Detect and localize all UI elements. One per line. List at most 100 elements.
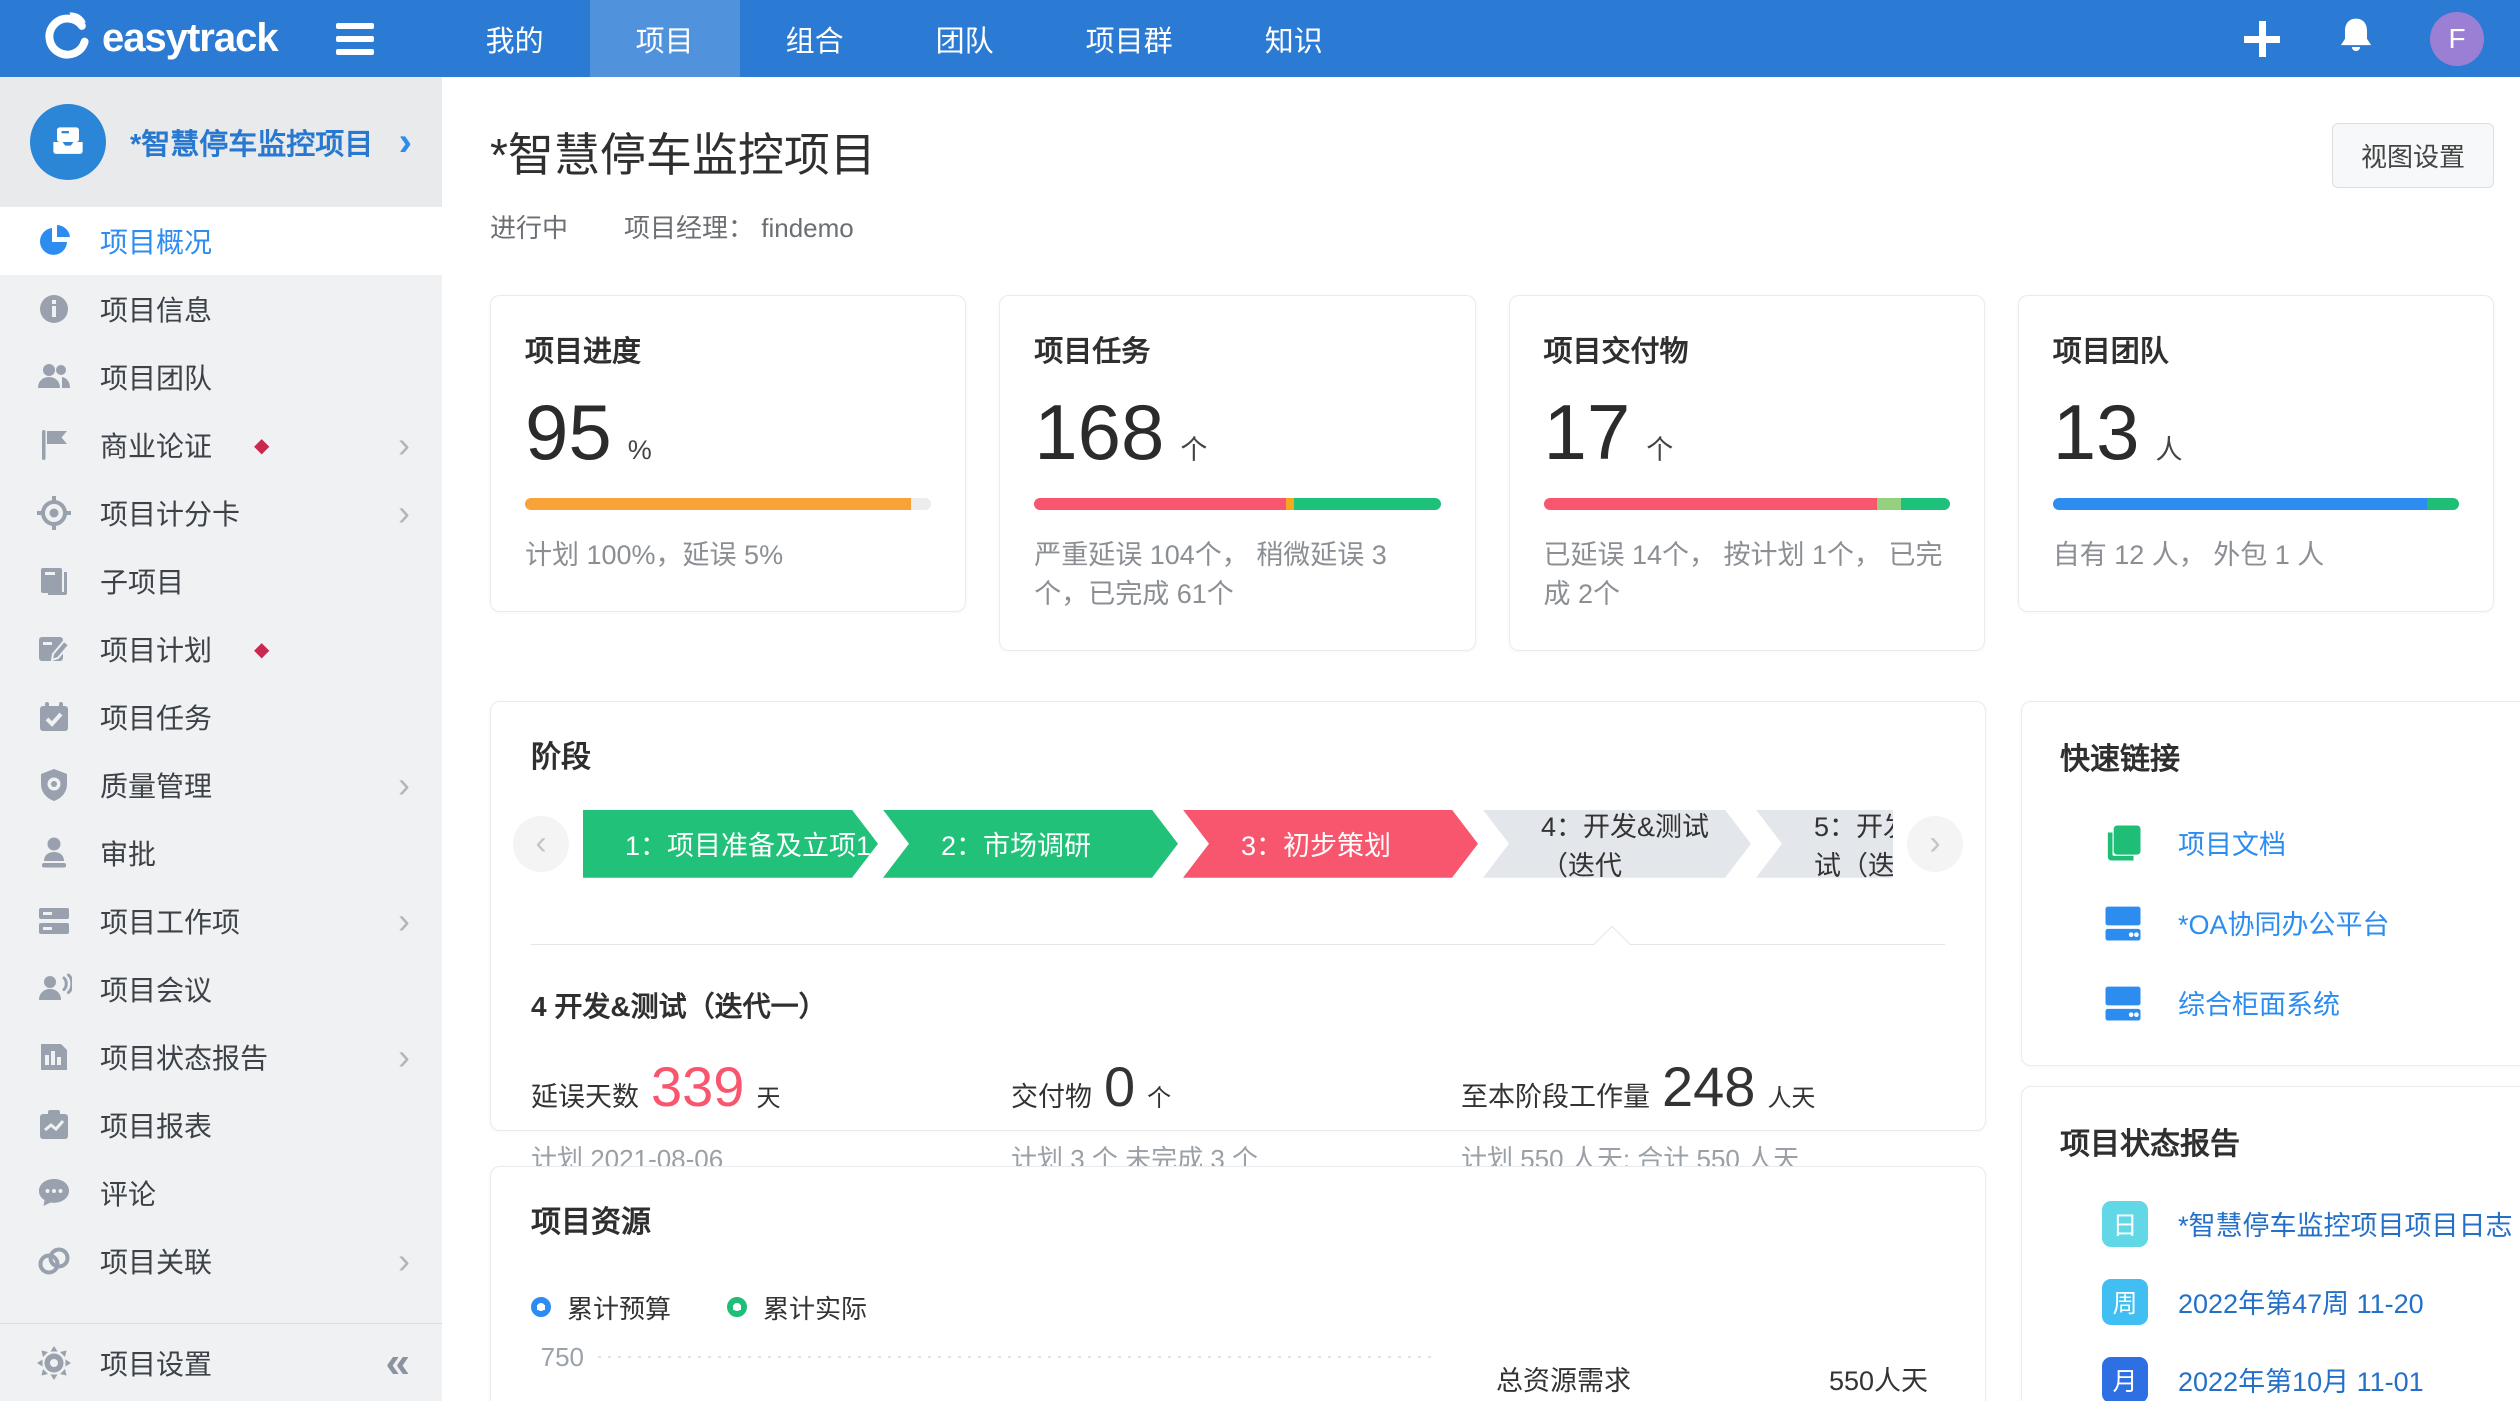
report-link-label: *智慧停车监控项目项目日志: [2178, 1204, 2513, 1243]
report-daily[interactable]: 日 *智慧停车监控项目项目日志 …: [2102, 1201, 2520, 1247]
card-unit: %: [628, 435, 652, 466]
resource-line-chart: 750500: [536, 1317, 1466, 1401]
nav-tab-project[interactable]: 项目: [590, 0, 740, 77]
sidebar-item-label: 项目会议: [100, 969, 212, 1009]
sidebar-item-tasks[interactable]: 项目任务: [0, 683, 442, 751]
stage-scroll-right-button[interactable]: ›: [1907, 816, 1963, 872]
collapse-sidebar-icon[interactable]: «: [386, 1341, 410, 1385]
brand-logo[interactable]: easytrack: [38, 9, 278, 68]
card-tasks[interactable]: 项目任务 168 个 严重延误 104个， 稍微延误 3个，已完成 61个: [999, 295, 1475, 651]
stage-segment-2[interactable]: 2：市场调研: [883, 810, 1178, 878]
stage-segment-4[interactable]: 4：开发&测试（迭代: [1483, 810, 1751, 878]
stat-label: 至本阶段工作量: [1461, 1075, 1650, 1114]
sidebar-item-comments[interactable]: 评论: [0, 1159, 442, 1227]
sidebar-item-label: 项目计分卡: [100, 493, 240, 533]
monthly-badge-icon: 月: [2102, 1357, 2148, 1401]
top-navbar: easytrack 我的 项目 组合 团队 项目群 知识 F: [0, 0, 2520, 77]
card-team[interactable]: 项目团队 13 人 自有 12 人， 外包 1 人: [2018, 295, 2494, 612]
sidebar-item-status-reports[interactable]: 项目状态报告 ›: [0, 1023, 442, 1091]
stage-detail-title: 4 开发&测试（迭代一）: [531, 985, 1945, 1025]
stage-segment-5[interactable]: 5：开发&测试（迭代: [1756, 810, 1893, 878]
card-unit: 个: [1180, 428, 1207, 467]
sidebar-item-business-case[interactable]: 商业论证 ◆ ›: [0, 411, 442, 479]
report-chart-icon: [36, 1107, 72, 1143]
sidebar-item-scorecard[interactable]: 项目计分卡 ›: [0, 479, 442, 547]
sidebar-item-team[interactable]: 项目团队: [0, 343, 442, 411]
sidebar-item-overview[interactable]: 项目概况: [0, 207, 442, 275]
shield-icon: [36, 767, 72, 803]
stat-unit: 个: [1147, 1078, 1171, 1113]
quick-link-oa[interactable]: *OA协同办公平台: [2102, 902, 2520, 944]
sidebar-project-header[interactable]: *智慧停车监控项目 ›: [0, 77, 442, 207]
sidebar-item-work-items[interactable]: 项目工作项 ›: [0, 887, 442, 955]
card-title: 项目团队: [2053, 328, 2459, 370]
avatar[interactable]: F: [2430, 12, 2484, 66]
sidebar-item-quality[interactable]: 质量管理 ›: [0, 751, 442, 819]
card-title: 项目交付物: [1544, 328, 1950, 370]
plan-edit-icon: [36, 631, 72, 667]
card-caption: 已延误 14个， 按计划 1个， 已完成 2个: [1544, 536, 1950, 614]
report-weekly[interactable]: 周 2022年第47周 11-20: [2102, 1279, 2520, 1325]
card-progress[interactable]: 项目进度 95 % 计划 100%，延误 5%: [490, 295, 966, 612]
svg-text:750: 750: [541, 1342, 584, 1372]
quick-link-label: 综合柜面系统: [2178, 983, 2340, 1022]
view-settings-button[interactable]: 视图设置: [2332, 123, 2494, 188]
stage-stat-delay: 延误天数 339 天 计划 2021-08-06: [531, 1059, 1011, 1176]
sidebar-nav: 项目概况 项目信息 项目团队: [0, 207, 442, 1323]
manager-label: 项目经理：: [624, 213, 754, 243]
sidebar-footer-settings[interactable]: 项目设置 «: [0, 1323, 442, 1401]
create-plus-icon[interactable]: [2242, 19, 2282, 59]
brand-text: easytrack: [102, 16, 278, 61]
stat-value: 339: [651, 1059, 744, 1115]
nav-tab-team[interactable]: 团队: [890, 0, 1040, 77]
sidebar-item-plan[interactable]: 项目计划 ◆: [0, 615, 442, 683]
status-badge: 进行中: [490, 208, 568, 245]
sidebar-item-label: 项目工作项: [100, 901, 240, 941]
stage-segment-1[interactable]: 1：项目准备及立项1: [583, 810, 878, 878]
page-title: *智慧停车监控项目: [490, 119, 876, 185]
nav-tab-my[interactable]: 我的: [440, 0, 590, 77]
sidebar-item-meetings[interactable]: 项目会议: [0, 955, 442, 1023]
comment-icon: [36, 1175, 72, 1211]
stages-panel: 阶段 ‹ 1：项目准备及立项1 2：市场调研 3：初步策划 4：开发&测试（迭代…: [490, 701, 1986, 1131]
sidebar-item-label: 评论: [100, 1173, 156, 1213]
quick-links-title: 快速链接: [2060, 734, 2520, 778]
users-icon: [36, 359, 72, 395]
card-value: 95: [525, 384, 612, 482]
stat-label: 延误天数: [531, 1075, 639, 1114]
sidebar-item-reports[interactable]: 项目报表: [0, 1091, 442, 1159]
resource-demand-value: 550人天: [1829, 1359, 1928, 1398]
resource-demand-label: 总资源需求: [1496, 1359, 1631, 1398]
avatar-initial: F: [2448, 23, 2465, 55]
quick-link-counter-system[interactable]: 综合柜面系统: [2102, 982, 2520, 1024]
nav-tab-portfolio[interactable]: 组合: [740, 0, 890, 77]
navbar-right: F: [2242, 12, 2484, 66]
sidebar-item-approval[interactable]: 审批: [0, 819, 442, 887]
status-reports-title: 项目状态报告: [2060, 1119, 2520, 1163]
stat-cards-row: 项目进度 95 % 计划 100%，延误 5% 项目任务 168 个 严重延: [490, 295, 2494, 651]
chevron-right-icon: ›: [398, 495, 410, 531]
resources-panel: 项目资源 累计预算 累计实际 750500: [490, 1166, 1986, 1401]
meeting-icon: [36, 971, 72, 1007]
target-icon: [36, 495, 72, 531]
card-deliverables[interactable]: 项目交付物 17 个 已延误 14个， 按计划 1个， 已完成 2个: [1509, 295, 1985, 651]
status-report-icon: [36, 1039, 72, 1075]
stage-scroll-left-button[interactable]: ‹: [513, 816, 569, 872]
notification-bell-icon[interactable]: [2334, 14, 2378, 63]
sidebar-item-links[interactable]: 项目关联 ›: [0, 1227, 442, 1295]
quick-link-docs[interactable]: 项目文档: [2102, 822, 2520, 864]
nav-tab-program[interactable]: 项目群: [1040, 0, 1219, 77]
card-caption: 自有 12 人， 外包 1 人: [2053, 536, 2459, 575]
card-unit: 人: [2156, 428, 2183, 467]
hamburger-menu-icon[interactable]: [336, 23, 382, 55]
sidebar-item-info[interactable]: 项目信息: [0, 275, 442, 343]
stage-segment-3[interactable]: 3：初步策划: [1183, 810, 1478, 878]
report-monthly[interactable]: 月 2022年第10月 11-01: [2102, 1357, 2520, 1401]
sidebar-item-subprojects[interactable]: 子项目: [0, 547, 442, 615]
pie-chart-icon: [36, 223, 72, 259]
nav-tab-knowledge[interactable]: 知识: [1219, 0, 1369, 77]
stage-divider: [531, 944, 1945, 945]
report-link-label: 2022年第47周 11-20: [2178, 1282, 2424, 1321]
sidebar-item-label: 项目团队: [100, 357, 212, 397]
alert-diamond-icon: ◆: [254, 433, 269, 458]
